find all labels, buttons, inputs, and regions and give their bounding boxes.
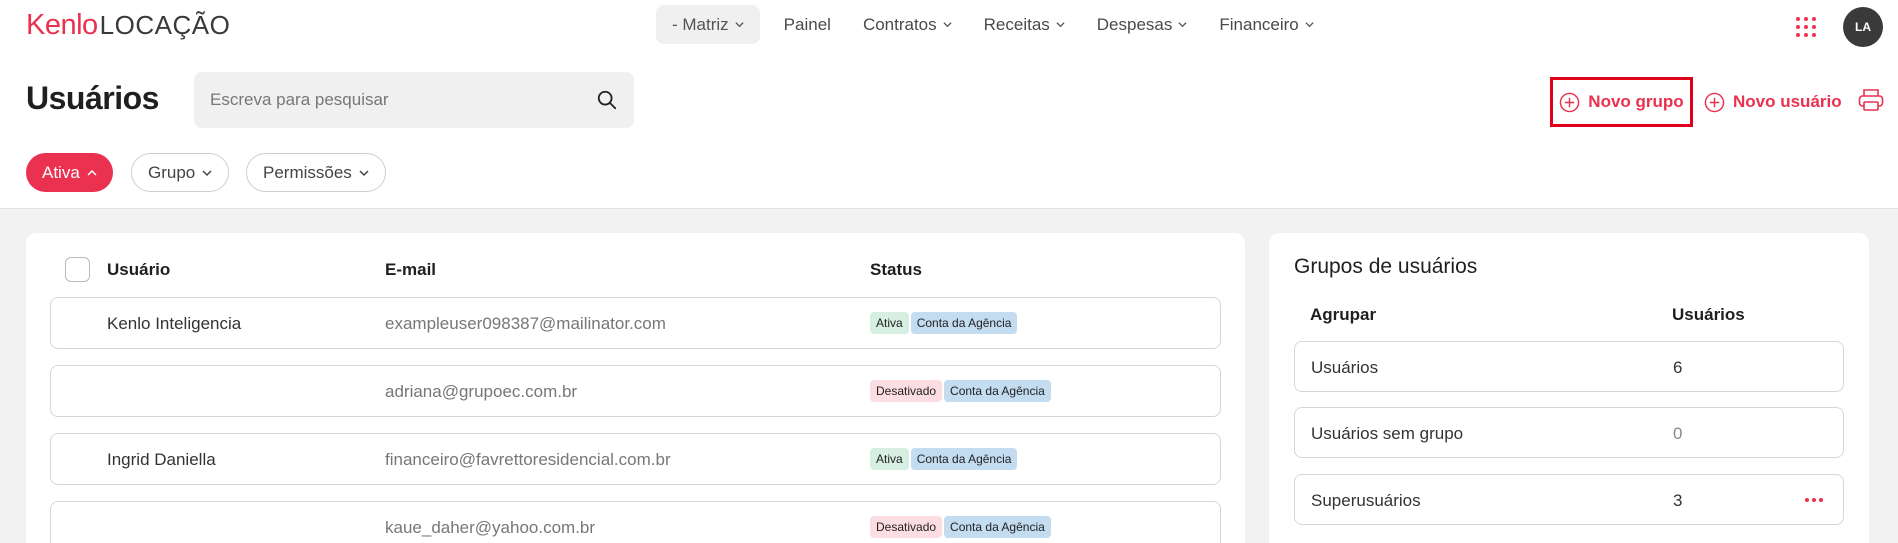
main-nav: - Matriz Painel Contratos Receitas Despe… <box>656 5 1330 44</box>
account-type-badge: Conta da Agência <box>910 312 1018 334</box>
new-user-button[interactable]: Novo usuário <box>1704 77 1842 127</box>
chevron-down-icon <box>735 22 744 28</box>
user-name: Kenlo Inteligencia <box>107 314 242 333</box>
group-name: Superusuários <box>1311 491 1421 510</box>
filter-label: Permissões <box>263 162 352 182</box>
search-box <box>194 72 634 128</box>
chevron-down-icon <box>202 169 212 176</box>
account-type-badge: Conta da Agência <box>944 380 1051 402</box>
status-badge: Desativado <box>870 516 943 538</box>
table-row[interactable]: Kenlo Inteligencia exampleuser098387@mai… <box>50 297 1221 349</box>
logo-brand: Kenlo <box>26 9 98 41</box>
nav-item-painel[interactable]: Painel <box>768 5 847 44</box>
avatar-initials: LA <box>1855 20 1871 34</box>
chevron-down-icon <box>943 22 952 28</box>
status-badges: Ativa Conta da Agência <box>870 312 1018 334</box>
chevron-down-icon <box>1056 22 1065 28</box>
page-title: Usuários <box>26 80 159 116</box>
nav-item-receitas[interactable]: Receitas <box>968 5 1081 44</box>
group-row[interactable]: Usuários 6 <box>1294 341 1844 392</box>
plus-circle-icon <box>1704 92 1725 112</box>
avatar[interactable]: LA <box>1843 7 1883 47</box>
user-email: adriana@grupoec.com.br <box>385 382 578 401</box>
grid-dots-icon[interactable] <box>1796 17 1816 37</box>
new-group-label: Novo grupo <box>1588 92 1684 111</box>
filter-label: Grupo <box>148 162 196 182</box>
account-type-badge: Conta da Agência <box>944 516 1051 538</box>
nav-item-label: Financeiro <box>1219 14 1299 34</box>
unit-selector[interactable]: - Matriz <box>656 5 760 44</box>
status-badge: Ativa <box>870 312 909 334</box>
filter-grupo[interactable]: Grupo <box>131 153 230 192</box>
column-header-user[interactable]: Usuário <box>107 260 170 280</box>
table-row[interactable]: Ingrid Daniella financeiro@favrettoresid… <box>50 433 1221 485</box>
table-row[interactable]: adriana@grupoec.com.br Desativado Conta … <box>50 365 1221 417</box>
user-name: Ingrid Daniella <box>107 450 216 469</box>
groups-header-users: Usuários <box>1672 305 1745 324</box>
nav-item-label: Receitas <box>983 14 1050 34</box>
nav-item-despesas[interactable]: Despesas <box>1081 5 1204 44</box>
nav-item-label: Painel <box>783 14 831 34</box>
filter-ativa[interactable]: Ativa <box>26 153 113 192</box>
search-icon[interactable] <box>596 89 618 111</box>
group-name: Usuários <box>1311 358 1379 377</box>
group-row[interactable]: Superusuários 3 <box>1294 474 1844 525</box>
status-badges: Desativado Conta da Agência <box>870 516 1051 538</box>
table-row[interactable]: kaue_daher@yahoo.com.br Desativado Conta… <box>50 501 1221 543</box>
unit-selector-label: - Matriz <box>672 14 729 34</box>
group-user-count: 0 <box>1673 424 1683 443</box>
top-navigation: Kenlo LOCAÇÃO - Matriz Painel Contratos … <box>0 0 1898 50</box>
status-badges: Desativado Conta da Agência <box>870 380 1051 402</box>
new-group-button[interactable]: Novo grupo <box>1550 77 1693 127</box>
status-badges: Ativa Conta da Agência <box>870 448 1018 470</box>
user-email: financeiro@favrettoresidencial.com.br <box>385 450 671 469</box>
plus-circle-icon <box>1560 92 1580 112</box>
status-badge: Desativado <box>870 380 943 402</box>
nav-item-financeiro[interactable]: Financeiro <box>1203 5 1329 44</box>
filter-label: Ativa <box>42 162 80 182</box>
nav-item-label: Despesas <box>1096 14 1173 34</box>
group-row[interactable]: Usuários sem grupo 0 <box>1294 407 1844 458</box>
chevron-down-icon <box>1178 22 1187 28</box>
more-options-icon[interactable] <box>1805 492 1825 508</box>
status-badge: Ativa <box>870 448 909 470</box>
user-email: kaue_daher@yahoo.com.br <box>385 518 596 537</box>
chevron-down-icon <box>1305 22 1314 28</box>
nav-item-contratos[interactable]: Contratos <box>847 5 968 44</box>
printer-icon[interactable] <box>1858 88 1884 112</box>
new-user-label: Novo usuário <box>1733 92 1842 111</box>
chevron-up-icon <box>87 169 97 176</box>
group-user-count: 3 <box>1673 491 1683 510</box>
group-name: Usuários sem grupo <box>1311 424 1464 443</box>
column-header-email[interactable]: E-mail <box>385 260 436 280</box>
search-input[interactable] <box>210 90 596 110</box>
filter-permissoes[interactable]: Permissões <box>246 153 386 192</box>
groups-title: Grupos de usuários <box>1294 255 1478 278</box>
select-all-checkbox[interactable] <box>65 257 90 282</box>
user-email: exampleuser098387@mailinator.com <box>385 314 666 333</box>
groups-header-group: Agrupar <box>1310 305 1377 324</box>
account-type-badge: Conta da Agência <box>910 448 1018 470</box>
chevron-down-icon <box>359 169 369 176</box>
column-header-status[interactable]: Status <box>870 260 922 280</box>
group-user-count: 6 <box>1673 358 1683 377</box>
logo-product: LOCAÇÃO <box>99 10 231 40</box>
kenlo-logo[interactable]: Kenlo LOCAÇÃO <box>26 9 230 42</box>
nav-item-label: Contratos <box>862 14 937 34</box>
